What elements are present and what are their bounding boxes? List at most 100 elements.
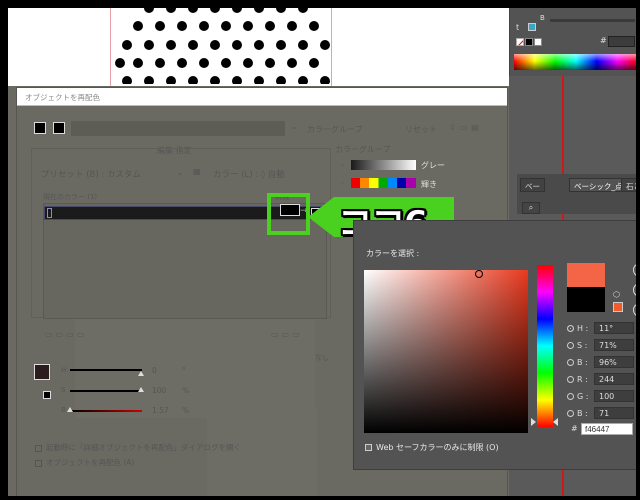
polka-dot [188,4,198,13]
radio-icon[interactable] [567,376,574,383]
websafe-label: Web セーフカラーのみに制限 (O) [376,443,499,452]
websafe-only-checkbox[interactable]: Web セーフカラーのみに制限 (O) [365,442,499,453]
dialog-title: オブジェクトを再配色 [25,93,100,102]
slider2-value: 100 [152,386,167,395]
saturation-slider-track[interactable] [70,390,142,392]
color-panel: B t # [509,8,636,76]
polka-dot [210,76,220,84]
reset-button[interactable]: リセット [405,124,437,135]
color-mode-radio[interactable]: H : [567,324,588,333]
color-group-name-field[interactable] [71,121,285,136]
polka-dot [276,4,286,13]
checkbox2-label: オブジェクトを再配色 (A) [46,458,135,467]
hue-slider-thumb-right[interactable] [553,418,558,426]
radio-icon[interactable] [567,393,574,400]
active-color-swatch[interactable] [34,364,50,380]
color-value-input[interactable]: 96% [594,356,634,368]
cube-icon[interactable]: ⬡ [613,290,620,299]
black-swatch[interactable] [525,38,533,46]
ok-button[interactable] [633,263,636,277]
color-value-input[interactable]: 71 [594,407,634,419]
checkbox-icon[interactable] [35,444,42,452]
color-mode-radio[interactable]: R : [567,375,588,384]
color-picker-dialog: カラーを選択 : ⬡ H : 11° S : 71% B : 96% R : 244 G : 10… [353,220,636,470]
rainbow-color-group[interactable] [351,178,416,188]
color-value-input[interactable]: 244 [594,373,634,385]
color-value-input[interactable]: 71% [594,339,634,351]
color-mode-radio[interactable]: G : [567,392,588,401]
white-swatch[interactable] [534,38,542,46]
polka-dot [122,76,132,84]
color-mode-radio[interactable]: B : [567,409,588,418]
folder-arrow-icon[interactable]: › [341,179,344,187]
radio-icon[interactable] [567,359,574,366]
websafe-color-swatch[interactable] [613,302,623,312]
polka-dot [320,40,330,50]
brightness-slider[interactable] [550,19,635,22]
none-swatch[interactable] [516,38,524,46]
hex-hash-label: # [571,424,578,433]
slider-thumb[interactable] [67,407,73,412]
polka-dot [210,40,220,50]
color-spectrum[interactable] [514,54,636,70]
color-value-input[interactable]: 11° [594,322,634,334]
polka-dot [243,21,253,31]
group-action-icons[interactable]: ⇩▭▤ [449,123,483,132]
stroke-swatch[interactable] [528,23,536,31]
hue-slider-track[interactable] [70,369,142,371]
radio-icon[interactable] [567,410,574,417]
checkbox-icon[interactable] [365,444,372,451]
color-field-marker[interactable] [475,270,483,278]
hue-slider[interactable] [537,265,553,427]
row-tool-icons-right[interactable]: ▭▭▭ [271,330,303,339]
fill-swatch[interactable] [34,122,46,134]
polka-dot [221,58,231,68]
tab-basic-dots[interactable]: ベーシック_点 [569,178,628,192]
recolor-art-checkbox[interactable]: オブジェクトを再配色 (A) [35,457,134,468]
swatches-button[interactable] [633,303,636,317]
background-shape [207,408,317,496]
row-tool-icons[interactable]: ▭▭▭▭ [45,330,87,339]
radio-icon[interactable] [567,342,574,349]
polka-dot [177,58,187,68]
color-value-input[interactable]: 100 [594,390,634,402]
folder-arrow-icon[interactable]: › [341,161,344,169]
gray-color-group[interactable] [351,160,416,170]
slider-thumb[interactable] [138,371,144,376]
preset-select[interactable]: プリセット (B) : カスタム [41,168,141,180]
hue-slider-thumb-left[interactable] [531,418,536,426]
polka-dot [144,4,154,13]
open-advanced-checkbox[interactable]: 起動時に「詳細オブジェクトを再配色」ダイアログを開く [35,442,241,453]
brightness-slider-track[interactable] [70,410,142,412]
row-handle[interactable] [47,208,52,218]
fill-swatch[interactable] [53,122,65,134]
tab-stone[interactable]: 石と [621,178,636,192]
polka-dot [133,58,143,68]
slider-thumb[interactable] [138,387,144,392]
polka-dot [254,76,264,84]
mini-swatch[interactable] [43,391,51,399]
hex-input[interactable] [581,423,633,435]
chevron-down-icon[interactable]: ⌄ [177,168,184,177]
cancel-button[interactable] [633,283,636,297]
chevron-down-icon[interactable]: ⌄ [291,122,298,131]
saturation-brightness-field[interactable] [364,270,528,433]
polka-dot [232,40,242,50]
polka-dot [320,76,330,84]
search-icon[interactable]: ⌕ [522,202,540,214]
polka-dot [188,40,198,50]
original-color-preview[interactable] [567,287,605,312]
checkbox-icon[interactable] [35,459,42,467]
artboard-guide [110,4,111,86]
radio-icon[interactable] [567,325,574,332]
calendar-icon[interactable]: ▦ [193,167,201,176]
color-mode-radio[interactable]: S : [567,341,587,350]
polka-dot [166,76,176,84]
tab-base[interactable]: ベー [520,178,545,192]
hex-input[interactable] [608,36,635,47]
color-mode-radio[interactable]: B : [567,358,588,367]
polka-dot [298,4,308,13]
slider-h-label: H [61,366,67,374]
colors-count-select[interactable]: カラー (L) : ◊ 自動 [213,168,285,180]
slider1-unit: ° [182,366,186,375]
